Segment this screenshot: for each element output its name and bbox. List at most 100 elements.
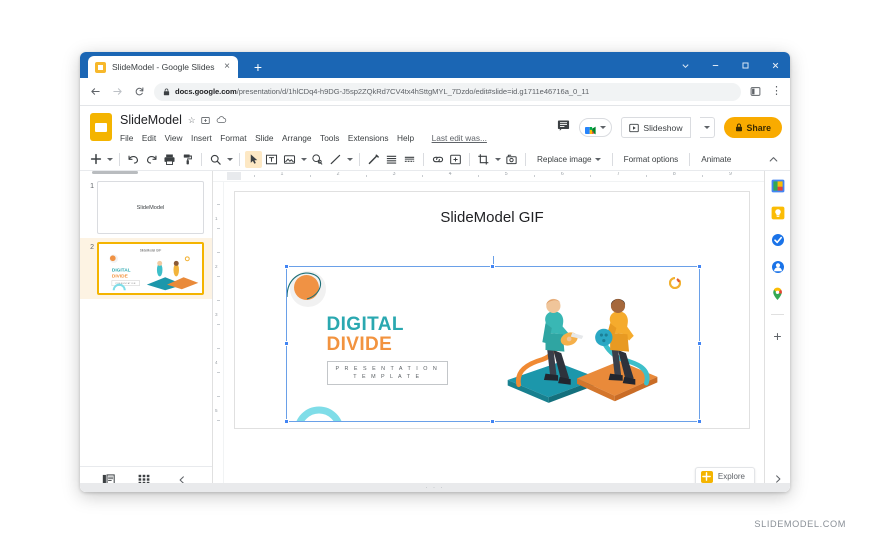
- line-icon[interactable]: [327, 151, 344, 168]
- format-options-button[interactable]: Format options: [618, 155, 685, 164]
- address-bar[interactable]: docs.google.com/presentation/d/1hlCDq4-h…: [154, 82, 741, 101]
- align-icon[interactable]: [383, 151, 400, 168]
- menu-slide[interactable]: Slide: [255, 133, 273, 143]
- add-addon-icon[interactable]: +: [770, 328, 785, 343]
- slideshow-button[interactable]: Slideshow: [621, 117, 691, 138]
- slide-title-text[interactable]: SlideModel GIF: [235, 209, 749, 226]
- side-panel-icon[interactable]: [748, 84, 763, 99]
- resize-handle[interactable]: [284, 341, 290, 347]
- move-to-folder-icon[interactable]: [201, 116, 211, 125]
- ruler-tick-label: 8: [672, 172, 676, 177]
- menu-insert[interactable]: Insert: [191, 133, 212, 143]
- comment-history-icon[interactable]: [557, 119, 570, 137]
- crop-dropdown[interactable]: [493, 151, 502, 168]
- menu-arrange[interactable]: Arrange: [282, 133, 312, 143]
- shape-icon[interactable]: [309, 151, 326, 168]
- reload-icon[interactable]: [132, 84, 147, 99]
- browser-tab[interactable]: SlideModel - Google Slides ×: [88, 56, 238, 78]
- menu-tools[interactable]: Tools: [320, 133, 339, 143]
- back-icon[interactable]: [88, 84, 103, 99]
- crop-icon[interactable]: [475, 151, 492, 168]
- last-edit-label[interactable]: Last edit was...: [432, 133, 487, 143]
- digital-divide-illustration: [507, 299, 657, 404]
- select-icon[interactable]: [245, 150, 262, 168]
- mask-image-icon[interactable]: [503, 151, 520, 168]
- replace-image-button[interactable]: Replace image: [531, 155, 607, 164]
- share-button[interactable]: Share: [723, 117, 782, 138]
- menu-view[interactable]: View: [165, 133, 183, 143]
- undo-icon[interactable]: [125, 151, 142, 168]
- svg-text:DIVIDE: DIVIDE: [112, 274, 128, 280]
- close-icon[interactable]: ×: [221, 62, 233, 72]
- animate-button[interactable]: Animate: [695, 155, 737, 164]
- resize-handle[interactable]: [284, 419, 290, 425]
- slide-thumbnail[interactable]: SlideModel: [97, 181, 204, 234]
- insert-comment-icon[interactable]: [447, 151, 464, 168]
- slides-favicon: [95, 61, 106, 73]
- insert-image-dropdown[interactable]: [299, 151, 308, 168]
- page-title[interactable]: SlideModel: [120, 113, 182, 127]
- insert-link-icon[interactable]: [429, 151, 446, 168]
- zoom-dropdown[interactable]: [225, 151, 234, 168]
- line-dropdown[interactable]: [345, 151, 354, 168]
- resize-handle[interactable]: [284, 264, 290, 270]
- header-right-controls: Slideshow Share: [557, 117, 782, 138]
- line-spacing-icon[interactable]: [401, 151, 418, 168]
- print-icon[interactable]: [161, 151, 178, 168]
- new-slide-icon[interactable]: [87, 151, 104, 168]
- list-item[interactable]: 2 SlideModel GIF DIGITAL DIVIDE PRESENTA…: [80, 238, 212, 299]
- list-item[interactable]: 1 SlideModel: [80, 177, 212, 238]
- slide-thumbnail[interactable]: SlideModel GIF DIGITAL DIVIDE PRESENTATI…: [97, 242, 204, 295]
- menu-file[interactable]: File: [120, 133, 133, 143]
- google-maps-icon[interactable]: [770, 286, 785, 301]
- menu-help[interactable]: Help: [397, 133, 414, 143]
- google-meet-button[interactable]: [579, 118, 613, 137]
- maximize-icon[interactable]: [730, 52, 760, 78]
- new-slide-dropdown[interactable]: [105, 151, 114, 168]
- slideshow-label: Slideshow: [643, 122, 683, 133]
- present-icon: [629, 123, 640, 132]
- chevron-down-icon[interactable]: [670, 52, 700, 78]
- slide-canvas[interactable]: SlideModel GIF DIGITAL DIVIDE P R E S E …: [234, 191, 750, 429]
- google-tasks-icon[interactable]: [770, 232, 785, 247]
- vertical-ruler[interactable]: 1 2 3 4 5: [213, 182, 224, 492]
- lock-icon: [735, 123, 742, 132]
- browser-menu-icon[interactable]: ⋮: [771, 86, 782, 97]
- resize-handle[interactable]: [697, 419, 703, 425]
- filmstrip-scrollbar[interactable]: [92, 171, 138, 174]
- resize-handle[interactable]: [697, 341, 703, 347]
- toolbar-separator: [239, 152, 240, 166]
- resize-handle[interactable]: [697, 264, 703, 270]
- zoom-icon[interactable]: [207, 151, 224, 168]
- redo-icon[interactable]: [143, 151, 160, 168]
- insert-image-icon[interactable]: [281, 151, 298, 168]
- paint-format-icon[interactable]: [179, 151, 196, 168]
- ruler-tick-label: 5: [215, 408, 218, 413]
- slide-number: 2: [90, 244, 94, 251]
- toolbar-separator: [469, 152, 470, 166]
- star-icon[interactable]: ☆: [188, 115, 196, 126]
- selected-image-frame[interactable]: DIGITAL DIVIDE P R E S E N T A T I O N T…: [284, 256, 703, 425]
- google-keep-icon[interactable]: [770, 205, 785, 220]
- text-box-icon[interactable]: [263, 151, 280, 168]
- chevron-down-icon: [594, 157, 601, 161]
- horizontal-ruler[interactable]: 1 2 3 4 5 6 7 8 9: [213, 171, 764, 182]
- ruler-tick-label: 6: [560, 172, 564, 177]
- close-icon[interactable]: [760, 52, 790, 78]
- explore-icon: [700, 470, 713, 483]
- new-tab-button[interactable]: +: [250, 60, 266, 74]
- menu-extensions[interactable]: Extensions: [348, 133, 389, 143]
- google-calendar-icon[interactable]: [770, 178, 785, 193]
- minimize-icon[interactable]: [700, 52, 730, 78]
- chevron-up-icon[interactable]: [765, 151, 782, 168]
- google-slides-logo[interactable]: [90, 113, 112, 141]
- resize-handle[interactable]: [490, 264, 496, 270]
- menu-format[interactable]: Format: [220, 133, 246, 143]
- curve-icon[interactable]: [365, 151, 382, 168]
- menu-edit[interactable]: Edit: [142, 133, 156, 143]
- resize-handle[interactable]: [490, 419, 496, 425]
- slideshow-dropdown-button[interactable]: [699, 117, 715, 138]
- slide-stage[interactable]: SlideModel GIF DIGITAL DIVIDE P R E S E …: [224, 182, 764, 492]
- decor-teal-arc: [297, 406, 342, 422]
- google-contacts-icon[interactable]: [770, 259, 785, 274]
